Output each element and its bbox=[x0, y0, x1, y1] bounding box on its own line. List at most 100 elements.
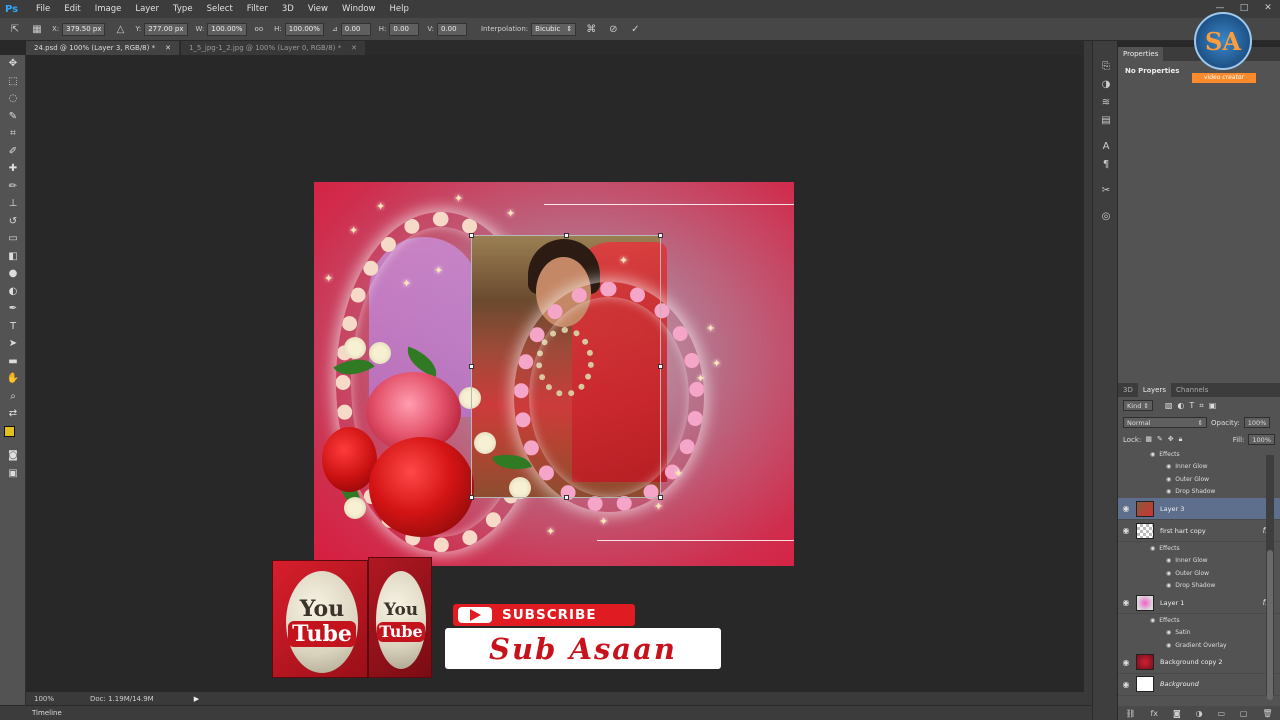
brush-presets-icon[interactable]: ≋ bbox=[1093, 93, 1119, 111]
close-button[interactable]: ✕ bbox=[1256, 0, 1280, 16]
eyedropper-tool-icon[interactable]: ✐ bbox=[0, 143, 26, 161]
link-layers-icon[interactable]: ⛓ bbox=[1125, 709, 1135, 718]
cancel-transform-icon[interactable]: ⊘ bbox=[606, 22, 620, 36]
fill-input[interactable]: 100% bbox=[1248, 434, 1275, 445]
filter-icons[interactable]: ▧◐T⌗▣ bbox=[1165, 401, 1222, 411]
transform-handle[interactable] bbox=[469, 495, 474, 500]
interpolation-select[interactable]: Bicubic ⇕ bbox=[531, 22, 577, 36]
lock-icons[interactable]: ▦✎✥🔒︎ bbox=[1145, 435, 1187, 444]
eye-icon[interactable]: ◉ bbox=[1166, 642, 1171, 649]
add-mask-icon[interactable]: ◙ bbox=[1173, 709, 1181, 718]
eye-icon[interactable]: ◉ bbox=[1166, 557, 1171, 564]
menu-edit[interactable]: Edit bbox=[57, 0, 87, 18]
healing-brush-tool-icon[interactable]: ✚ bbox=[0, 160, 26, 178]
transform-handle[interactable] bbox=[469, 233, 474, 238]
tab-3d[interactable]: 3D bbox=[1118, 383, 1138, 397]
transform-handle[interactable] bbox=[564, 495, 569, 500]
effects-row[interactable]: ◉ Effects bbox=[1118, 614, 1280, 627]
fx-icon[interactable]: fx bbox=[1150, 709, 1158, 718]
effect-row[interactable]: ◉ Inner Glow bbox=[1118, 461, 1280, 474]
navigator-icon[interactable]: ◎ bbox=[1093, 207, 1119, 225]
link-icon[interactable]: oo bbox=[255, 25, 264, 33]
effect-row[interactable]: ◉ Gradient Overlay bbox=[1118, 639, 1280, 652]
canvas-scrollbar[interactable] bbox=[1084, 41, 1092, 705]
paragraph-icon[interactable]: ¶ bbox=[1093, 155, 1119, 173]
marquee-tool-icon[interactable]: ⬚ bbox=[0, 73, 26, 91]
timeline-tab[interactable]: Timeline bbox=[32, 709, 62, 717]
adjustment-layer-icon[interactable]: ◑ bbox=[1196, 709, 1203, 718]
eraser-tool-icon[interactable]: ▭ bbox=[0, 230, 26, 248]
history-brush-tool-icon[interactable]: ↺ bbox=[0, 213, 26, 231]
menu-file[interactable]: File bbox=[29, 0, 57, 18]
eye-icon[interactable]: ◉ bbox=[1166, 570, 1171, 577]
eye-icon[interactable]: ◉ bbox=[1166, 476, 1171, 483]
transform-handle[interactable] bbox=[658, 495, 663, 500]
rectangle-tool-icon[interactable]: ▬ bbox=[0, 353, 26, 371]
x-input[interactable]: 379.50 px bbox=[62, 22, 106, 36]
dodge-tool-icon[interactable]: ◐ bbox=[0, 283, 26, 301]
history-icon[interactable]: ⎘ bbox=[1093, 57, 1119, 75]
warp-icon[interactable]: ⌘ bbox=[584, 22, 598, 36]
layer-row-background-copy-2[interactable]: ◉ Background copy 2 bbox=[1118, 652, 1280, 674]
blend-mode-select[interactable]: Normal ⇕ bbox=[1123, 417, 1207, 428]
eye-icon[interactable]: ◉ bbox=[1150, 451, 1155, 458]
eye-icon[interactable]: ◉ bbox=[1118, 598, 1134, 607]
effect-row[interactable]: ◉ Outer Glow bbox=[1118, 567, 1280, 580]
relative-position-icon[interactable]: △ bbox=[113, 22, 127, 36]
menu-image[interactable]: Image bbox=[88, 0, 129, 18]
tab-properties[interactable]: Properties bbox=[1118, 47, 1164, 61]
kind-select[interactable]: Kind ⇕ bbox=[1123, 400, 1153, 411]
pen-tool-icon[interactable]: ✒ bbox=[0, 300, 26, 318]
tab-layers[interactable]: Layers bbox=[1137, 383, 1172, 397]
menu-layer[interactable]: Layer bbox=[128, 0, 166, 18]
height-input[interactable]: 100.00% bbox=[284, 22, 324, 36]
lasso-tool-icon[interactable]: ◌ bbox=[0, 90, 26, 108]
move-tool-preset-icon[interactable]: ⇱ bbox=[8, 22, 22, 36]
layer-row-layer3[interactable]: ◉ Layer 3 bbox=[1118, 498, 1280, 520]
quick-mask-icon[interactable]: ◙ bbox=[0, 447, 26, 465]
eye-icon[interactable]: ◉ bbox=[1118, 526, 1134, 535]
quick-select-tool-icon[interactable]: ✎ bbox=[0, 108, 26, 126]
menu-3d[interactable]: 3D bbox=[275, 0, 301, 18]
new-layer-icon[interactable]: ▢ bbox=[1240, 709, 1248, 718]
menu-select[interactable]: Select bbox=[200, 0, 240, 18]
transform-handle[interactable] bbox=[658, 233, 663, 238]
transform-handle[interactable] bbox=[469, 364, 474, 369]
zoom-level[interactable]: 100% bbox=[34, 695, 74, 703]
menu-help[interactable]: Help bbox=[383, 0, 416, 18]
close-icon[interactable]: ✕ bbox=[351, 41, 357, 55]
effect-row[interactable]: ◉ Outer Glow bbox=[1118, 473, 1280, 486]
transform-bounding-box[interactable] bbox=[469, 233, 663, 500]
styles-icon[interactable]: ▤ bbox=[1093, 111, 1119, 129]
effects-row[interactable]: ◉ Effects bbox=[1118, 542, 1280, 555]
effect-row[interactable]: ◉ Drop Shadow bbox=[1118, 580, 1280, 593]
delete-layer-icon[interactable]: 🗑︎ bbox=[1262, 709, 1272, 718]
angle-input[interactable]: 0.00 bbox=[340, 22, 371, 36]
foreground-color-swatch[interactable] bbox=[4, 426, 15, 437]
layer-row-first-hart-copy[interactable]: ◉ first hart copy fx bbox=[1118, 520, 1280, 542]
character-icon[interactable]: A bbox=[1093, 137, 1119, 155]
paint-bucket-tool-icon[interactable]: ◧ bbox=[0, 248, 26, 266]
effect-row[interactable]: ◉ Inner Glow bbox=[1118, 555, 1280, 568]
tab-channels[interactable]: Channels bbox=[1171, 383, 1213, 397]
close-icon[interactable]: ✕ bbox=[165, 41, 171, 55]
menu-filter[interactable]: Filter bbox=[240, 0, 275, 18]
crop-tool-icon[interactable]: ⌗ bbox=[0, 125, 26, 143]
eye-icon[interactable]: ◉ bbox=[1118, 658, 1134, 667]
tab-24-psd[interactable]: 24.psd @ 100% (Layer 3, RGB/8) * ✕ bbox=[26, 41, 179, 55]
reference-point-icon[interactable]: ▦ bbox=[30, 22, 44, 36]
layers-scrollbar[interactable] bbox=[1266, 455, 1274, 700]
brush-tool-icon[interactable]: ✏ bbox=[0, 178, 26, 196]
width-input[interactable]: 100.00% bbox=[207, 22, 247, 36]
path-select-tool-icon[interactable]: ➤ bbox=[0, 335, 26, 353]
layer-row-layer1[interactable]: ◉ Layer 1 fx bbox=[1118, 592, 1280, 614]
transform-handle[interactable] bbox=[564, 233, 569, 238]
eye-icon[interactable]: ◉ bbox=[1118, 504, 1134, 513]
menu-view[interactable]: View bbox=[301, 0, 335, 18]
effect-row[interactable]: ◉ Drop Shadow bbox=[1118, 486, 1280, 499]
transform-handle[interactable] bbox=[658, 364, 663, 369]
opacity-input[interactable]: 100% bbox=[1243, 417, 1271, 428]
blur-tool-icon[interactable]: ● bbox=[0, 265, 26, 283]
effects-row[interactable]: ◉ Effects bbox=[1118, 448, 1280, 461]
hskew-input[interactable]: 0.00 bbox=[389, 22, 420, 36]
